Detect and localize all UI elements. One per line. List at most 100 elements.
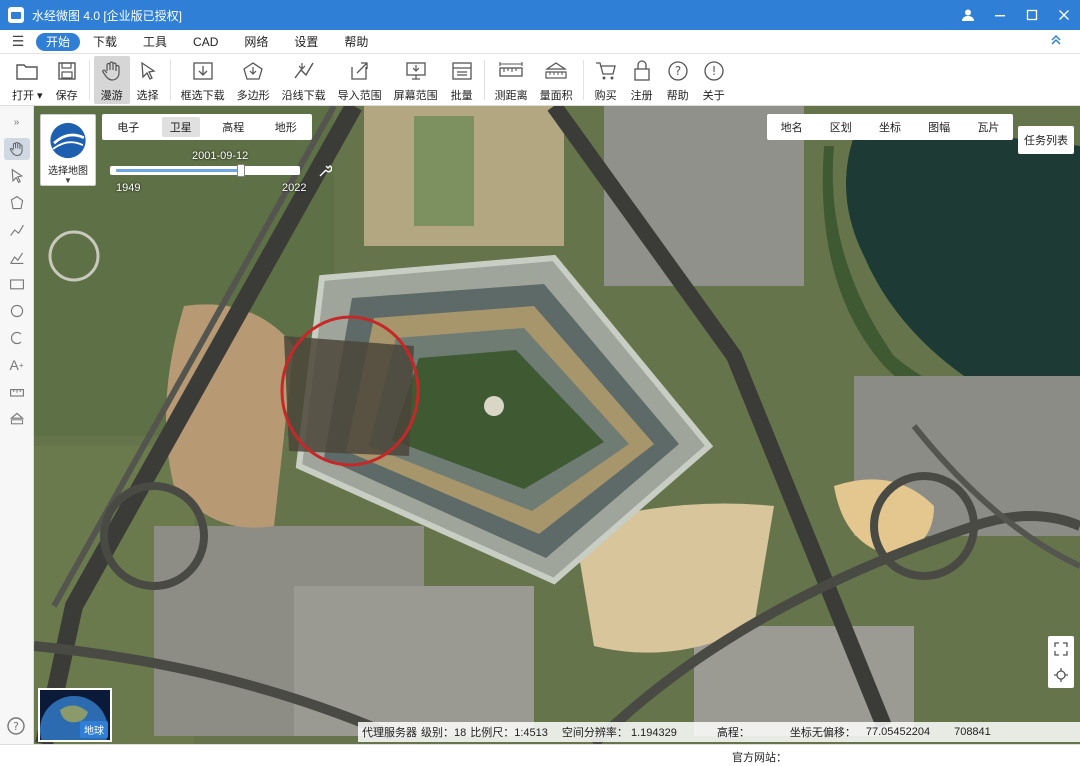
menu-settings[interactable]: 设置 [281,33,331,51]
expand-panel-icon[interactable]: » [4,111,30,133]
help-circle-icon[interactable]: ? [6,716,26,736]
basemap-tabs: 电子 卫星 高程 地形 [102,114,312,140]
globe-logo-icon [50,122,86,159]
info-icon: ! [702,59,726,83]
hamburger-menu-icon[interactable]: ☰ [0,33,36,50]
line-download-button[interactable]: 沿线下载 [276,56,332,104]
overlay-mapsheets[interactable]: 图幅 [928,119,950,135]
satellite-imagery[interactable] [34,106,1080,744]
overlay-coordinates[interactable]: 坐标 [879,119,901,135]
toolbar-divider [483,60,485,100]
ribbon-toolbar: 打开 ▾ 保存 漫游 选择 框选下载 多边形 沿线下载 导入范围 屏幕范围 批量 [0,54,1080,106]
text-tool-icon[interactable]: A + [4,354,30,376]
zoom-level: 级别：18 [421,727,467,739]
measure-tool-icon[interactable] [4,381,30,403]
about-button[interactable]: ! 关于 [696,56,732,104]
import-range-button[interactable]: 导入范围 [332,56,388,104]
hand-icon [100,59,124,83]
map-scale: 比例尺：1:4513 [470,727,548,739]
map-source-selector[interactable]: 选择地图 ▼ [40,114,96,186]
overlay-tabs: 地名 区划 坐标 图幅 瓦片 [767,114,1013,140]
box-download-icon [191,59,215,83]
menu-start[interactable]: 开始 [36,32,81,51]
sector-tool-icon[interactable] [4,327,30,349]
menu-cad[interactable]: CAD [180,33,231,51]
map-selector-label: 选择地图 [48,166,88,177]
overlay-placenames[interactable]: 地名 [781,119,803,135]
save-button[interactable]: 保存 [49,56,85,104]
menu-help[interactable]: 帮助 [331,33,381,51]
task-list-button[interactable]: 任务列表 [1018,126,1074,154]
ruler-icon [499,59,523,83]
coordinate-y: 708841 [954,726,991,738]
profile-tool-icon[interactable] [4,246,30,268]
circle-tool-icon[interactable] [4,300,30,322]
open-button[interactable]: 打开 ▾ [6,56,49,104]
timeline-slider-handle[interactable] [236,164,245,177]
polyline-tool-icon[interactable] [4,219,30,241]
restore-button[interactable] [1016,0,1048,30]
proxy-status: 代理服务器 [362,727,417,739]
menu-download[interactable]: 下载 [80,33,130,51]
close-button[interactable] [1048,0,1080,30]
elevation-readout: 高程： [716,727,750,739]
user-icon[interactable] [952,0,984,30]
toolbar-divider [169,60,171,100]
fullscreen-icon[interactable] [1054,642,1068,656]
area-icon [544,59,568,83]
overlay-districts[interactable]: 区划 [830,119,852,135]
area-tool-icon[interactable] [4,408,30,430]
svg-text:?: ? [13,720,19,733]
spatial-resolution: 空间分辨率： 1.194329 [561,727,677,739]
cart-icon [594,59,618,83]
menu-bar: ☰ 开始 下载 工具 CAD 网络 设置 帮助 [0,30,1080,54]
batch-button[interactable]: 批量 [444,56,480,104]
toolbar-divider [88,60,90,100]
line-download-icon [292,59,316,83]
folder-icon [15,59,39,83]
timeline-start-year: 1949 [116,182,141,194]
timeline-end-year: 2022 [282,182,307,194]
rectangle-tool-icon[interactable] [4,273,30,295]
pan-tool-icon[interactable] [3,138,30,160]
wrench-icon[interactable] [318,164,332,178]
svg-text:!: ! [711,64,716,78]
pan-button[interactable]: 漫游 [93,56,130,104]
box-download-button[interactable]: 框选下载 [175,56,231,104]
official-website-label: 官方网站： [732,752,787,764]
map-status-bar: 代理服务器 级别：18 比例尺：1:4513 空间分辨率： 1.194329 高… [358,722,1080,742]
tab-terrain[interactable]: 地形 [267,117,305,137]
coordinate-x: 77.05452204 [865,726,931,738]
polygon-icon [241,59,265,83]
globe-view-switch[interactable]: 地球 [38,688,112,742]
menu-network[interactable]: 网络 [231,33,281,51]
timeline-current-date: 2001-09-12 [192,150,249,162]
screen-range-button[interactable]: 屏幕范围 [388,56,444,104]
locate-icon[interactable] [1054,668,1068,682]
tab-vector[interactable]: 电子 [109,117,147,137]
dropdown-arrow-icon: ▼ [64,176,72,185]
select-tool-icon[interactable] [4,165,30,187]
cursor-icon [136,59,160,83]
coordinate-offset-label: 坐标无偏移： [789,727,856,739]
help-button[interactable]: ? 帮助 [660,56,696,104]
map-view[interactable]: 选择地图 ▼ 电子 卫星 高程 地形 2001-09-12 1949 2022 … [34,106,1080,744]
polygon-tool-icon[interactable] [4,192,30,214]
help-icon: ? [666,59,690,83]
register-button[interactable]: 注册 [624,56,660,104]
buy-button[interactable]: 购买 [588,56,624,104]
measure-distance-button[interactable]: 测距离 [489,56,534,104]
menu-tools[interactable]: 工具 [130,33,180,51]
left-tool-strip: » A + ? [0,106,34,744]
bottom-status-bar: 官方网站： [0,744,1080,766]
select-button[interactable]: 选择 [130,56,166,104]
measure-area-button[interactable]: 量面积 [534,56,579,104]
tab-satellite[interactable]: 卫星 [161,117,200,137]
collapse-ribbon-icon[interactable] [1050,34,1062,49]
lock-icon [630,59,654,83]
polygon-button[interactable]: 多边形 [231,56,276,104]
minimize-button[interactable] [984,0,1016,30]
save-icon [55,59,79,83]
overlay-tiles[interactable]: 瓦片 [977,119,999,135]
tab-elevation[interactable]: 高程 [214,117,252,137]
